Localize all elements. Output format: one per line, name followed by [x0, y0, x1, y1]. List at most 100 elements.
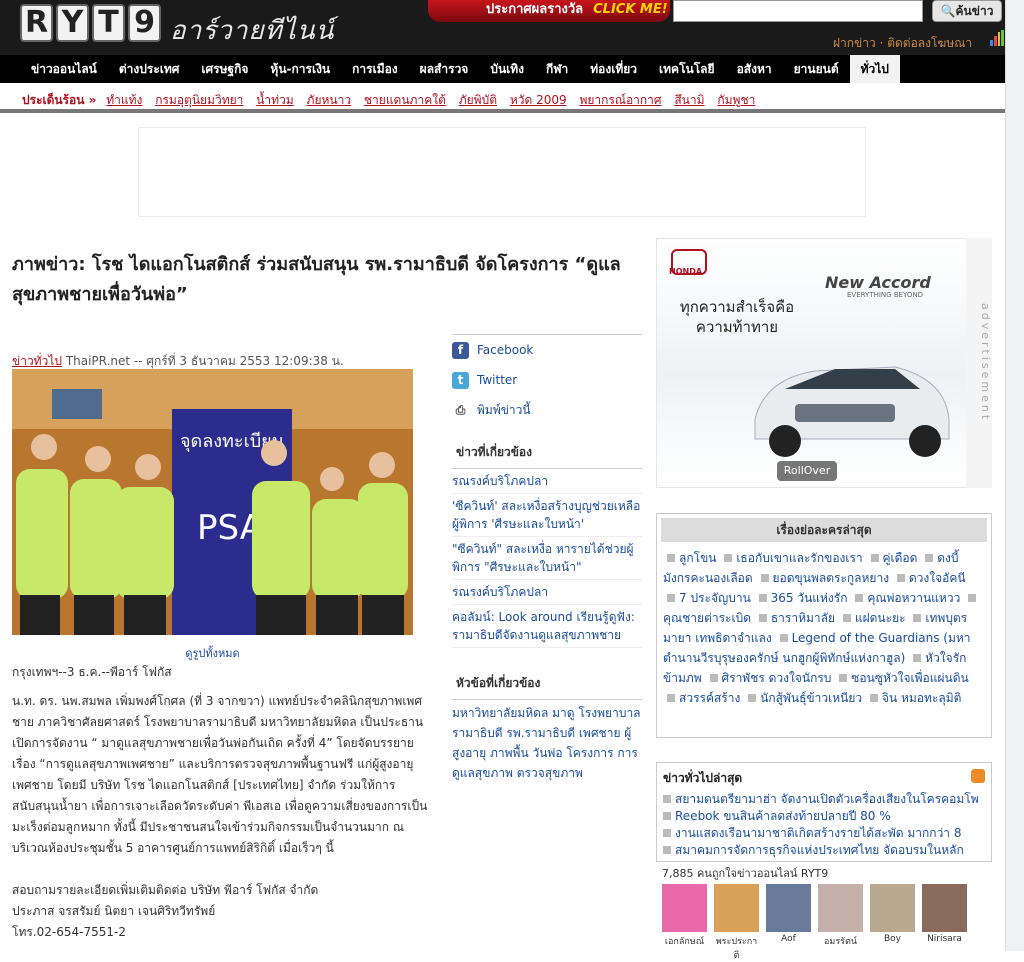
- ad-rollover-button[interactable]: RollOver: [777, 461, 837, 481]
- hot-topic-link[interactable]: ภัยพิบัติ: [459, 93, 497, 107]
- story-link[interactable]: คู่เดือด: [883, 551, 918, 565]
- hot-topic-link[interactable]: หวัด 2009: [510, 93, 567, 107]
- fan-avatar[interactable]: พระประกาติ: [714, 884, 759, 962]
- nav-economy[interactable]: เศรษฐกิจ: [190, 55, 259, 83]
- nav-technology[interactable]: เทคโนโลยี: [648, 55, 726, 83]
- article-title: ภาพข่าว: โรช ไดแอกโนสติกส์ ร่วมสนับสนุน …: [12, 254, 621, 305]
- story-link[interactable]: ดวงใจอัคนี: [909, 571, 966, 585]
- promo-banner[interactable]: ประกาศผลรางวัล CLICK ME!: [428, 0, 670, 22]
- latest-stories-list: ลูกโขน เธอกับเขาและรักของเรา คู่เดือด ดง…: [661, 542, 987, 714]
- main-nav: ข่าวออนไลน์ ต่างประเทศ เศรษฐกิจ หุ้น-การ…: [0, 55, 1005, 83]
- ryt9-logo[interactable]: R Y T 9: [20, 4, 161, 42]
- general-news-heading: ข่าวทั่วไปล่าสุด: [663, 769, 985, 791]
- contact-ads-link[interactable]: ติดต่อลงโฆษณา: [887, 36, 972, 50]
- news-link-text: สมาคมการจัดการธุรกิจแห่งประเทศไทย จัดอบร…: [675, 843, 964, 857]
- honda-ad[interactable]: HONDA New Accord EVERYTHING BEYOND ทุกคว…: [656, 238, 992, 488]
- story-link[interactable]: ยอดขุนพลตระกูลหยาง: [773, 571, 890, 585]
- nav-property[interactable]: อสังหา: [726, 55, 783, 83]
- promo-text: ประกาศผลรางวัล: [486, 2, 584, 17]
- hot-topic-link[interactable]: ชายแดนภาคใต้: [364, 93, 446, 107]
- avatar: [714, 884, 759, 932]
- category-link[interactable]: ข่าวทั่วไป: [12, 354, 62, 368]
- news-link[interactable]: งานแสดงเรือนามาชาติเกิดสร้างรายได้สะพัด …: [663, 825, 985, 842]
- hot-topic-link[interactable]: สึนามิ: [674, 93, 704, 107]
- news-link-text: Reebok ขนสินค้าลดส่งท้ายปลายปี 80 %: [675, 809, 891, 823]
- fan-avatar[interactable]: เอกลักษณ์: [662, 884, 707, 962]
- fan-avatar[interactable]: อมรรัตน์: [818, 884, 863, 962]
- story-link[interactable]: แฝดนะยะ: [855, 611, 906, 625]
- stats-icon: [990, 30, 1004, 46]
- search-input[interactable]: [673, 0, 923, 22]
- search-icon: 🔍: [940, 4, 956, 18]
- nav-polls[interactable]: ผลสำรวจ: [409, 55, 480, 83]
- news-link-text: งานแสดงเรือนามาชาติเกิดสร้างรายได้สะพัด …: [675, 826, 962, 840]
- story-link[interactable]: ธาราหิมาลัย: [771, 611, 835, 625]
- print-article[interactable]: ⎙ พิมพ์ข่าวนี้: [452, 395, 642, 425]
- story-link[interactable]: ลูกโขน: [679, 551, 716, 565]
- nav-sports[interactable]: กีฬา: [535, 55, 579, 83]
- related-news-link[interactable]: คอลัมน์: Look around เรียนรู้ดูฟัง: รามา…: [452, 605, 642, 648]
- related-topics-heading: หัวข้อที่เกี่ยวข้อง: [452, 666, 642, 700]
- story-link[interactable]: นักสู้พันธุ์ข้าวเหนียว: [760, 691, 862, 705]
- hot-topic-link[interactable]: กรมอุตุนิยมวิทยา: [155, 93, 243, 107]
- story-link[interactable]: 7 ประจัญบาน: [679, 591, 751, 605]
- story-link[interactable]: สวรรค์สร้าง: [679, 691, 740, 705]
- nav-politics[interactable]: การเมือง: [341, 55, 409, 83]
- promo-click: CLICK ME!: [593, 2, 668, 17]
- hot-topic-link[interactable]: กัมพูชา: [717, 93, 755, 107]
- hot-topic-link[interactable]: น้ำท่วม: [256, 93, 294, 107]
- story-link[interactable]: คุณชายต่าระเบิด: [663, 611, 751, 625]
- related-news-link[interactable]: 'ซีควินท์' สละเหงื่อสร้างบุญช่วยเหลือผู้…: [452, 494, 642, 537]
- fan-avatar[interactable]: Aof: [766, 884, 811, 962]
- post-news-link[interactable]: ฝากข่าว: [833, 36, 876, 50]
- fan-avatar[interactable]: Nirisara: [922, 884, 967, 962]
- story-link[interactable]: จิน หมอทะลุมิติ: [882, 691, 962, 705]
- source-date: ThaiPR.net -- ศุกร์ที่ 3 ธันวาคม 2553 12…: [65, 354, 344, 368]
- article-header: ภาพข่าว: โรช ไดแอกโนสติกส์ ร่วมสนับสนุน …: [12, 250, 632, 310]
- related-news-link[interactable]: รณรงค์บริโภคปลา: [452, 580, 642, 605]
- hot-topic-link[interactable]: ทำแท้ง: [106, 93, 142, 107]
- rss-icon[interactable]: [971, 769, 985, 783]
- fan-name: เอกลักษณ์: [664, 937, 705, 947]
- fan-name: Aof: [781, 934, 796, 944]
- contact-line: ประภาส จรสรัมย์ นิตยา เจนศิริทวีทรัพย์: [12, 904, 216, 918]
- story-link[interactable]: เธอกับเขาและรักของเรา: [736, 551, 862, 565]
- view-all-photos-link[interactable]: ดูรูปทั้งหมด: [12, 644, 413, 662]
- share-twitter[interactable]: t Twitter: [452, 365, 642, 395]
- search-button[interactable]: 🔍ค้นข่าว: [932, 0, 1002, 22]
- nav-stocks[interactable]: หุ้น-การเงิน: [259, 55, 341, 83]
- nav-online[interactable]: ข่าวออนไลน์: [20, 55, 108, 83]
- site-header: R Y T 9 อาร์วายทีไนน์ ประกาศผลรางวัล CLIC…: [0, 0, 1024, 55]
- article-body: น.ท. ดร. นพ.สมพล เพิ่มพงศ์โกศล (ที่ 3 จา…: [12, 694, 428, 855]
- article-dateline: กรุงเทพฯ--3 ธ.ค.--พีอาร์ โฟกัส: [12, 665, 172, 679]
- hot-topic-link[interactable]: พยากรณ์อากาศ: [579, 93, 661, 107]
- hot-topic-link[interactable]: ภัยหนาว: [307, 93, 352, 107]
- news-link[interactable]: สมาคมการจัดการธุรกิจแห่งประเทศไทย จัดอบร…: [663, 842, 985, 859]
- print-label: พิมพ์ข่าวนี้: [477, 402, 531, 417]
- related-news-heading: ข่าวที่เกี่ยวข้อง: [452, 435, 642, 469]
- nav-auto[interactable]: ยานยนต์: [783, 55, 850, 83]
- story-link[interactable]: ซอนซูหัวใจเพื่อแผ่นดิน: [851, 671, 968, 685]
- avatar: [870, 884, 915, 932]
- story-link[interactable]: คุณพ่อหวานแหวว: [867, 591, 960, 605]
- fans-count: 7,885 คนถูกใจข่าวออนไลน์ RYT9: [662, 867, 829, 880]
- nav-general[interactable]: ทั่วไป: [849, 55, 900, 83]
- nav-world[interactable]: ต่างประเทศ: [108, 55, 191, 83]
- news-link[interactable]: สยามดนตรียามาฮ่า จัดงานเปิดตัวเครื่องเสี…: [663, 791, 985, 808]
- page-scrollbar[interactable]: [1005, 0, 1024, 951]
- related-news-link[interactable]: "ซีควินท์" สละเหงื่อ หารายได้ช่วยผู้พิกา…: [452, 537, 642, 580]
- top-ad-slot[interactable]: [138, 127, 866, 217]
- nav-travel[interactable]: ท่องเที่ยว: [579, 55, 648, 83]
- story-link[interactable]: 365 วันแห่งรัก: [771, 591, 848, 605]
- avatar: [922, 884, 967, 932]
- fan-avatar[interactable]: Boy: [870, 884, 915, 962]
- related-news-link[interactable]: รณรงค์บริโภคปลา: [452, 469, 642, 494]
- news-link[interactable]: Reebok ขนสินค้าลดส่งท้ายปลายปี 80 %: [663, 808, 985, 825]
- story-link[interactable]: ศิราพัชร ดวงใจนักรบ: [722, 671, 832, 685]
- nav-entertainment[interactable]: บันเทิง: [479, 55, 535, 83]
- logo-letter: Y: [56, 4, 89, 42]
- share-facebook-label: Facebook: [477, 343, 534, 357]
- share-facebook[interactable]: f Facebook: [452, 335, 642, 365]
- article-photo[interactable]: จุดลงทะเบียน PSA: [12, 369, 413, 635]
- related-topics-links[interactable]: มหาวิทยาลัยมหิดล มาดู โรงพยาบาลรามาธิบดี…: [452, 700, 642, 786]
